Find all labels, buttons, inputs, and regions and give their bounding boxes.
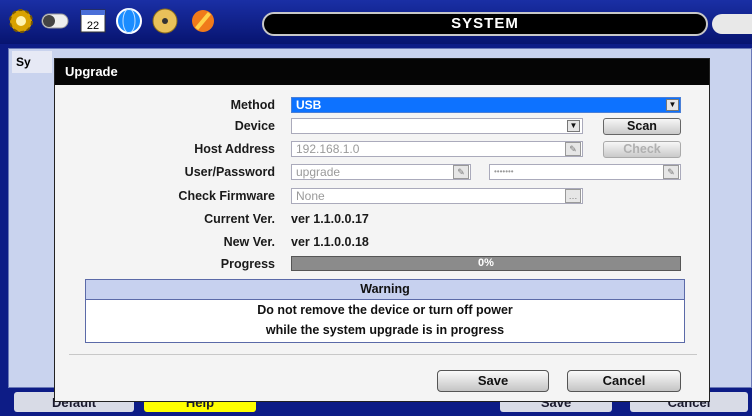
chevron-down-icon[interactable]: ▼ xyxy=(666,99,679,111)
save-button[interactable]: Save xyxy=(437,370,549,392)
divider xyxy=(69,354,697,355)
calendar-icon[interactable]: 22 xyxy=(78,6,108,36)
device-label: Device xyxy=(234,119,275,133)
new-ver-value: ver 1.1.0.0.18 xyxy=(291,235,369,249)
device-select[interactable] xyxy=(291,118,583,134)
cancel-button[interactable]: Cancel xyxy=(567,370,681,392)
page-title: SYSTEM xyxy=(262,12,708,36)
method-select[interactable]: USB xyxy=(291,97,681,113)
dialog-title: Upgrade xyxy=(55,59,709,85)
warning-title: Warning xyxy=(86,280,684,300)
gear-icon[interactable] xyxy=(6,6,36,36)
scan-button[interactable]: Scan xyxy=(603,118,681,135)
globe-icon[interactable] xyxy=(114,6,144,36)
upgrade-dialog: Upgrade Method USB ▼ Device ▼ Scan Host … xyxy=(54,58,710,402)
chevron-down-icon[interactable]: ▼ xyxy=(567,120,580,132)
toggle-icon[interactable] xyxy=(40,6,70,36)
new-ver-label: New Ver. xyxy=(223,235,275,249)
current-ver-value: ver 1.1.0.0.17 xyxy=(291,212,369,226)
check-button[interactable]: Check xyxy=(603,141,681,158)
edit-icon[interactable]: ✎ xyxy=(453,165,469,179)
current-ver-label: Current Ver. xyxy=(204,212,275,226)
user-field[interactable]: upgrade xyxy=(291,164,471,180)
svg-text:22: 22 xyxy=(87,20,99,32)
user-password-label: User/Password xyxy=(184,165,275,179)
edit-icon[interactable]: ✎ xyxy=(565,142,581,156)
disc-icon[interactable] xyxy=(150,6,180,36)
check-firmware-label: Check Firmware xyxy=(178,189,275,203)
warning-box: Warning Do not remove the device or turn… xyxy=(85,279,685,343)
method-label: Method xyxy=(230,98,275,112)
host-address-field[interactable]: 192.168.1.0 xyxy=(291,141,583,157)
progress-text: 0% xyxy=(478,257,494,269)
edit-icon[interactable]: ✎ xyxy=(663,165,679,179)
topbar-end-cap xyxy=(712,14,752,34)
host-address-label: Host Address xyxy=(194,142,275,156)
progress-label: Progress xyxy=(220,257,275,271)
check-firmware-field[interactable]: None xyxy=(291,188,583,204)
browse-icon[interactable]: … xyxy=(565,189,581,203)
tools-icon[interactable] xyxy=(188,6,218,36)
progress-bar: 0% xyxy=(291,256,681,271)
password-field[interactable]: ••••••• xyxy=(489,164,681,180)
tab-system[interactable]: Sy xyxy=(12,51,52,73)
warning-line-1: Do not remove the device or turn off pow… xyxy=(257,303,513,317)
warning-line-2: while the system upgrade is in progress xyxy=(265,323,505,337)
top-bar: 22 SYSTEM xyxy=(0,0,752,44)
